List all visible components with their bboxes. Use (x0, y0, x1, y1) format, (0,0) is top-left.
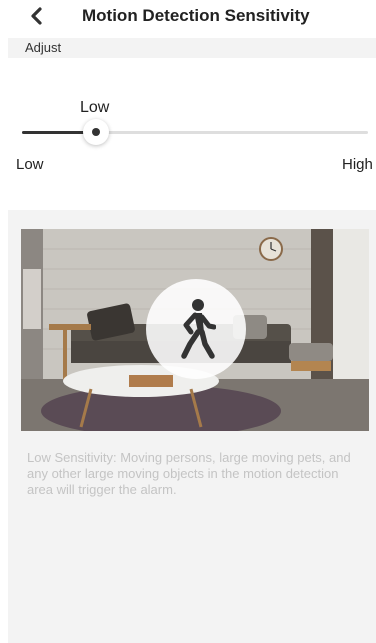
walking-person-icon (181, 299, 216, 359)
back-button[interactable] (22, 2, 50, 30)
chevron-left-icon (31, 7, 42, 25)
sensitivity-slider[interactable] (22, 118, 368, 148)
sensitivity-description: Low Sensitivity: Moving persons, large m… (27, 450, 351, 497)
sensitivity-info-panel: Low Sensitivity: Moving persons, large m… (8, 210, 376, 643)
adjust-label: Adjust (25, 40, 62, 55)
living-room-photo (21, 229, 369, 431)
slider-min-label: Low (16, 156, 44, 173)
motion-badge (146, 279, 246, 379)
page-title: Motion Detection Sensitivity (82, 6, 310, 25)
slider-thumb[interactable] (83, 119, 109, 145)
header-bar: Motion Detection Sensitivity (0, 0, 376, 36)
adjust-section-header: Adjust (8, 38, 376, 58)
current-level-label: Low (80, 99, 110, 116)
slider-max-label: High (342, 156, 373, 173)
